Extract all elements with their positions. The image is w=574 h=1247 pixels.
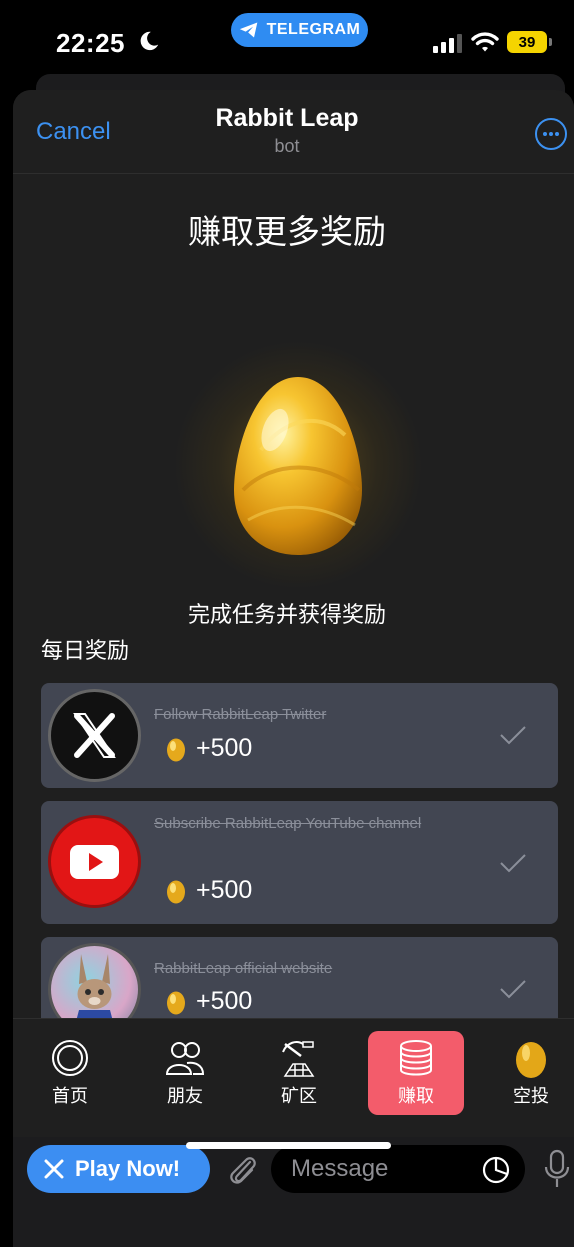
nav-home[interactable]: 首页 (22, 1031, 118, 1115)
wifi-icon (471, 32, 499, 52)
circle-home-icon (52, 1040, 88, 1076)
nav-mining[interactable]: 矿区 (251, 1031, 347, 1115)
coins-stack-icon (400, 1040, 432, 1076)
task-card-youtube[interactable]: Subscribe RabbitLeap YouTube channel +50… (41, 801, 558, 924)
telegram-plane-icon (239, 22, 257, 38)
phone-screen: 22:25 TELEGRAM 39 Cancel Rabbit Leap bot (0, 0, 574, 1247)
home-indicator[interactable] (186, 1142, 391, 1149)
paperclip-icon[interactable] (226, 1152, 258, 1188)
signal-icon (433, 34, 462, 53)
golden-egg-icon (234, 377, 362, 555)
checkmark-icon (500, 854, 526, 873)
nav-label: 矿区 (281, 1086, 317, 1106)
golden-egg-icon (516, 1042, 546, 1078)
telegram-pill-label: TELEGRAM (266, 21, 361, 38)
task-reward-amount: +500 (196, 987, 253, 1015)
bot-subtitle: bot (274, 136, 300, 156)
golden-egg-icon (167, 991, 185, 1014)
checkmark-icon (500, 980, 526, 999)
message-bar: Play Now! Message (13, 1137, 574, 1247)
sheet-header: Cancel Rabbit Leap bot (13, 90, 574, 174)
battery-level: 39 (518, 33, 536, 51)
telegram-pill[interactable]: TELEGRAM (231, 13, 368, 47)
task-title: RabbitLeap official website (154, 960, 333, 977)
nav-earn[interactable]: 赚取 (368, 1031, 464, 1115)
microphone-icon[interactable] (543, 1149, 571, 1189)
section-title: 每日奖励 (41, 638, 130, 663)
nav-label: 首页 (52, 1086, 88, 1106)
pickaxe-icon (282, 1041, 315, 1077)
nav-friends[interactable]: 朋友 (137, 1031, 233, 1115)
message-placeholder: Message (291, 1155, 389, 1182)
x-logo-icon (48, 689, 141, 782)
sticker-icon[interactable] (482, 1156, 510, 1184)
nav-label: 赚取 (398, 1086, 434, 1106)
task-title: Follow RabbitLeap Twitter (154, 706, 327, 723)
nav-label: 朋友 (167, 1086, 203, 1106)
nav-airdrop[interactable]: 空投 (483, 1031, 574, 1115)
youtube-logo-icon (48, 815, 141, 908)
page-title: 赚取更多奖励 (188, 213, 386, 250)
play-now-label: Play Now! (75, 1156, 181, 1181)
hero-egg (173, 340, 423, 590)
task-reward-amount: +500 (196, 876, 253, 904)
page-tagline: 完成任务并获得奖励 (187, 602, 386, 627)
bot-title: Rabbit Leap (215, 104, 359, 132)
task-title: Subscribe RabbitLeap YouTube channel (154, 815, 422, 832)
close-icon (44, 1159, 64, 1179)
task-card-twitter[interactable]: Follow RabbitLeap Twitter +500 (41, 683, 558, 788)
ellipsis-circle-icon[interactable] (535, 118, 567, 150)
mini-app-sheet: Cancel Rabbit Leap bot 赚取更多奖励 完成任务并获得奖励 … (13, 90, 574, 1247)
golden-egg-icon (167, 738, 185, 761)
task-reward: +500 (166, 987, 252, 1016)
earn-page: 赚取更多奖励 完成任务并获得奖励 每日奖励 Follow RabbitLeap … (13, 175, 574, 1115)
golden-egg-icon (167, 880, 185, 903)
battery-indicator: 39 (507, 31, 552, 53)
friends-icon (165, 1042, 205, 1075)
checkmark-icon (500, 726, 526, 745)
task-reward: +500 (166, 876, 252, 905)
status-time: 22:25 (56, 28, 125, 58)
bottom-nav: 首页 朋友 矿区 赚取 空投 (13, 1018, 574, 1136)
moon-icon (140, 31, 159, 51)
task-reward-amount: +500 (196, 734, 253, 762)
play-now-button[interactable]: Play Now! (27, 1145, 210, 1193)
task-reward: +500 (166, 734, 252, 763)
nav-label: 空投 (513, 1086, 549, 1106)
